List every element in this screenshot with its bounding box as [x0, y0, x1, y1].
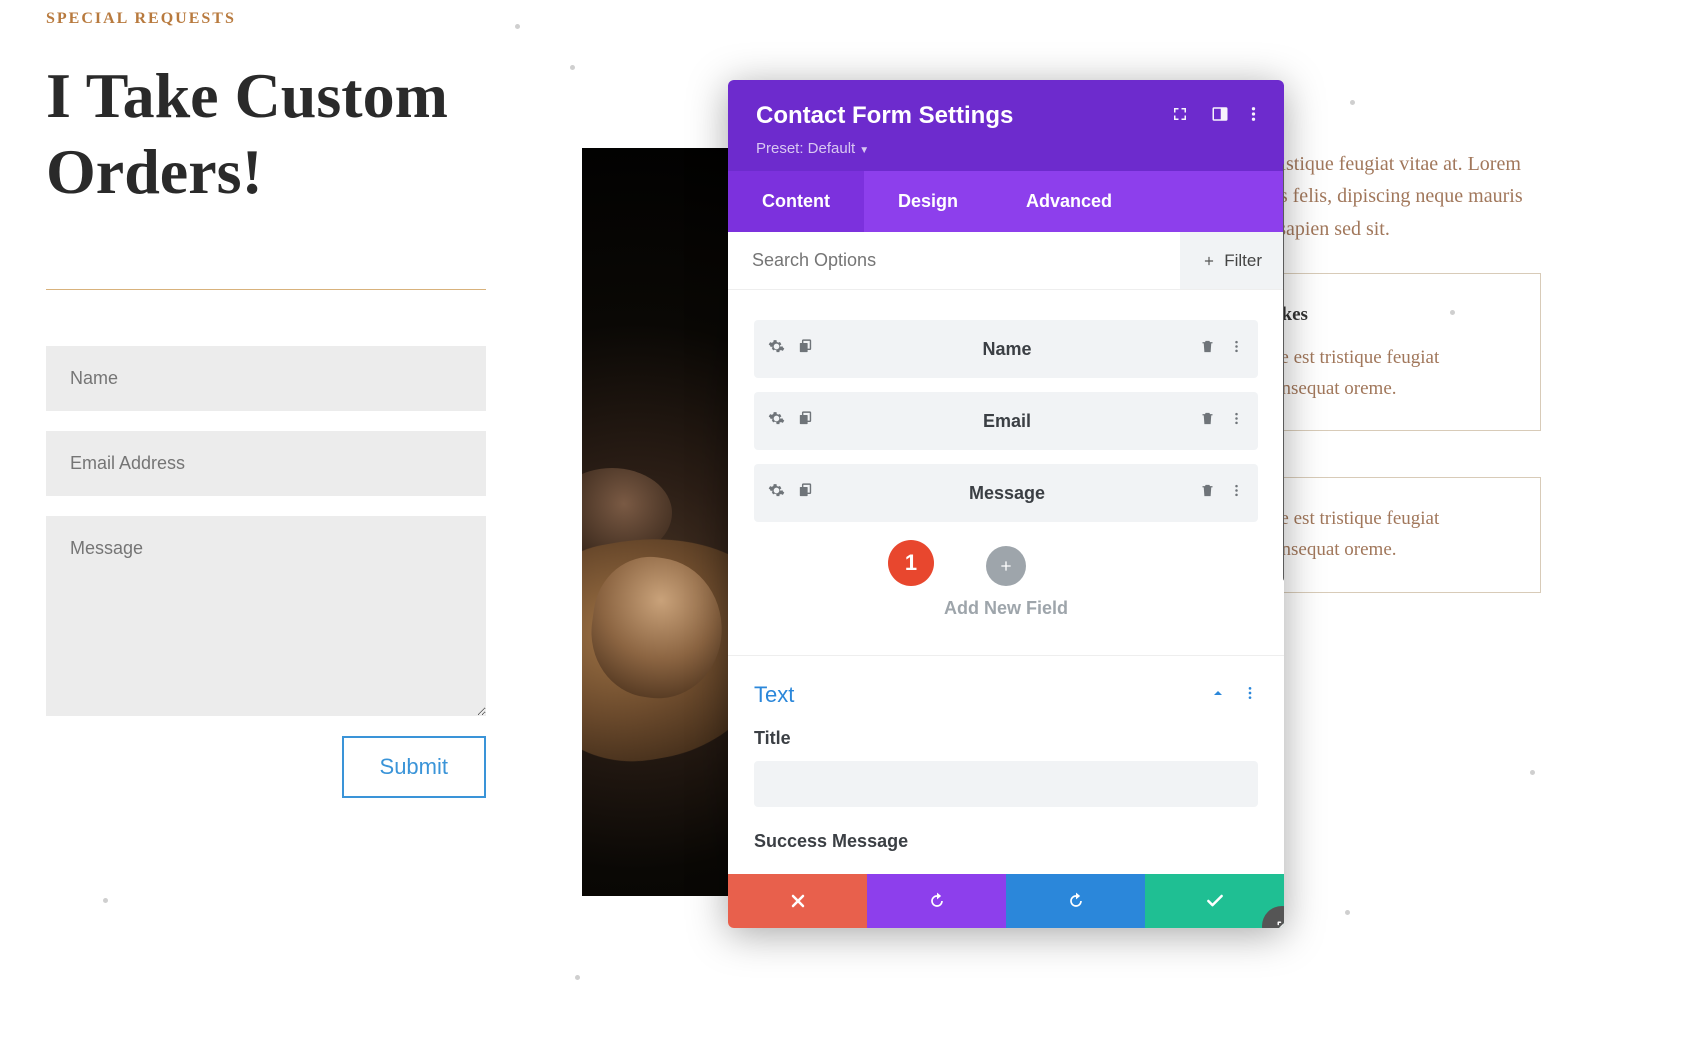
add-field-label: Add New Field [754, 598, 1258, 619]
resize-icon [1273, 917, 1284, 928]
title-option-label: Title [754, 728, 1258, 749]
page-right-column: est tristique feugiat vitae at. Lorem le… [1241, 148, 1541, 593]
undo-icon [927, 891, 947, 911]
cancel-button[interactable] [728, 874, 867, 928]
field-row[interactable]: Name [754, 320, 1258, 378]
panel-header: Contact Form Settings Preset: Default▼ [728, 80, 1284, 171]
card-body: ce est tristique feugiat onsequat oreme. [1272, 504, 1510, 566]
snap-icon[interactable] [1211, 105, 1229, 128]
field-row[interactable]: Message [754, 464, 1258, 522]
submit-button[interactable]: Submit [342, 736, 486, 798]
more-icon[interactable] [1229, 483, 1244, 503]
trash-icon[interactable] [1200, 483, 1215, 503]
annotation-badge: 1 [888, 540, 934, 586]
page-headline: I Take Custom Orders! [46, 58, 486, 209]
email-field[interactable] [46, 431, 486, 496]
undo-button[interactable] [867, 874, 1006, 928]
panel-body: Name Email Message [728, 290, 1284, 874]
redo-icon [1066, 891, 1086, 911]
more-icon[interactable] [1251, 105, 1256, 128]
close-icon [788, 891, 808, 911]
tab-content[interactable]: Content [728, 171, 864, 232]
divider [46, 289, 486, 290]
panel-footer [728, 874, 1284, 928]
check-icon [1205, 891, 1225, 911]
gear-icon[interactable] [768, 482, 785, 504]
contact-form: Submit [46, 346, 486, 798]
settings-panel: Contact Form Settings Preset: Default▼ C… [728, 80, 1284, 928]
message-field[interactable] [46, 516, 486, 716]
preset-selector[interactable]: Preset: Default▼ [756, 140, 1256, 157]
field-name: Name [814, 339, 1200, 360]
eyebrow: SPECIAL REQUESTS [46, 10, 486, 28]
more-icon[interactable] [1229, 339, 1244, 359]
search-input[interactable] [728, 232, 1180, 289]
redo-button[interactable] [1006, 874, 1145, 928]
gear-icon[interactable] [768, 338, 785, 360]
add-field: 1 Add New Field [754, 546, 1258, 619]
tab-advanced[interactable]: Advanced [992, 171, 1146, 232]
more-icon[interactable] [1242, 685, 1258, 706]
field-row[interactable]: Email [754, 392, 1258, 450]
card: ce est tristique feugiat onsequat oreme. [1241, 477, 1541, 593]
plus-icon [998, 558, 1014, 574]
trash-icon[interactable] [1200, 411, 1215, 431]
trash-icon[interactable] [1200, 339, 1215, 359]
tab-design[interactable]: Design [864, 171, 992, 232]
panel-tabs: Content Design Advanced [728, 171, 1284, 232]
panel-title: Contact Form Settings [756, 102, 1013, 130]
section-title[interactable]: Text [754, 682, 794, 708]
gear-icon[interactable] [768, 410, 785, 432]
page-left-column: SPECIAL REQUESTS I Take Custom Orders! S… [46, 10, 486, 798]
success-message-label: Success Message [754, 831, 1258, 852]
plus-icon [1202, 254, 1216, 268]
field-name: Message [814, 483, 1200, 504]
duplicate-icon[interactable] [797, 338, 814, 360]
card-title: akes [1272, 300, 1510, 331]
section-text: Text [754, 682, 1258, 708]
add-field-button[interactable] [986, 546, 1026, 586]
card: akes ce est tristique feugiat onsequat o… [1241, 273, 1541, 431]
field-name: Email [814, 411, 1200, 432]
search-row: Filter [728, 232, 1284, 290]
card-body: ce est tristique feugiat onsequat oreme. [1272, 343, 1510, 405]
expand-icon[interactable] [1171, 105, 1189, 128]
more-icon[interactable] [1229, 411, 1244, 431]
filter-button[interactable]: Filter [1180, 232, 1284, 289]
chevron-up-icon[interactable] [1210, 685, 1226, 706]
duplicate-icon[interactable] [797, 482, 814, 504]
duplicate-icon[interactable] [797, 410, 814, 432]
right-paragraph: est tristique feugiat vitae at. Lorem le… [1241, 148, 1541, 245]
name-field[interactable] [46, 346, 486, 411]
title-option-input[interactable] [754, 761, 1258, 807]
